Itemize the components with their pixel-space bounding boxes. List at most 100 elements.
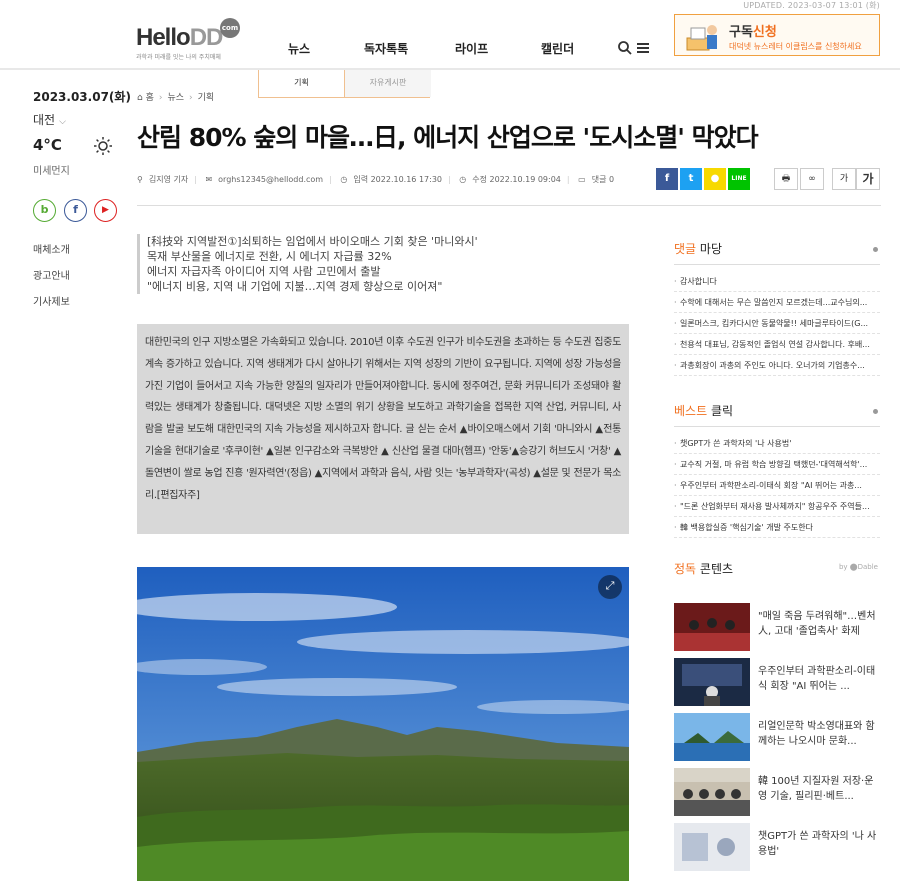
logo-text: HelloDD xyxy=(136,24,223,51)
search-icon[interactable] xyxy=(617,40,633,56)
content-card[interactable]: "매일 죽음 두려워해"…벤처人, 고대 '졸업축사' 화제 xyxy=(674,603,880,658)
left-sidebar: 2023.03.07(화) 대전 ⌵ 4°C 미세먼지 b f ▶ 매체소개 광고… xyxy=(33,88,131,319)
summary-line: [科技와 지역발전①]쇠퇴하는 임업에서 바이오매스 기회 찾은 '마니와시' xyxy=(147,235,478,248)
author-icon: ⚲ xyxy=(137,175,143,184)
section-heading: 정독 콘텐츠 by ⬤Dable xyxy=(674,562,878,576)
content-card[interactable]: 우주인부터 과학판소리-이태식 회장 "AI 뛰어는 ... xyxy=(674,658,880,713)
today-date: 2023.03.07(화) xyxy=(33,90,131,104)
best-click-section: 베스트 클릭 챗GPT가 쓴 과학자의 '나 사용법' 교수직 거절, 마 유럽… xyxy=(674,402,880,538)
article-comment-count[interactable]: 댓글 0 xyxy=(592,175,614,184)
subscribe-title: 구독신청 xyxy=(729,25,777,40)
thumbnail-image xyxy=(674,713,750,761)
breadcrumb-home[interactable]: 홈 xyxy=(146,93,154,103)
content-card[interactable]: 韓 100년 지질자원 저장·운영 기술, 필리핀·베트... xyxy=(674,768,880,823)
list-item[interactable]: 수학에 대해서는 무슨 말씀인지 모르겠는데...교수님의... xyxy=(674,292,880,313)
link-ad-info[interactable]: 광고안내 xyxy=(33,267,123,282)
divider xyxy=(137,205,881,206)
content-card[interactable]: 챗GPT가 쓴 과학자의 '나 사용법' xyxy=(674,823,880,878)
mail-icon: ✉ xyxy=(205,175,213,184)
recommended-contents-section: 정독 콘텐츠 by ⬤Dable "매일 죽음 두려워해"…벤처人, 고대 '졸업… xyxy=(674,560,880,878)
content-title: 리얼인문학 박소영대표와 함께하는 나오시마 문화... xyxy=(758,721,875,747)
link-copy-icon[interactable]: ∞ xyxy=(800,168,824,190)
font-increase-button[interactable]: 가 xyxy=(856,168,880,190)
thumbnail-image xyxy=(674,658,750,706)
sun-icon xyxy=(94,137,112,155)
list-item[interactable]: 천용석 대표님, 감동적인 졸업식 연설 감사합니다. 후배... xyxy=(674,334,880,355)
breadcrumb: ⌂ 홈 › 뉴스 › 기획 xyxy=(137,93,215,103)
mountain-landscape-image xyxy=(137,567,629,881)
nav-reader-talk[interactable]: 독자톡톡 xyxy=(364,40,408,57)
share-kakao-icon[interactable]: ● xyxy=(704,168,726,190)
updated-timestamp: UPDATED. 2023-03-07 13:01 (화) xyxy=(743,1,880,10)
link-media-intro[interactable]: 매체소개 xyxy=(33,241,123,256)
editor-note-text: 대한민국의 인구 지방소멸은 가속화되고 있습니다. 2010년 이후 수도권 … xyxy=(145,337,621,501)
list-item[interactable]: 과총회장이 과총의 주인도 아니다. 오너가의 기업총수... xyxy=(674,355,880,376)
section-heading: 댓글 마당 xyxy=(674,240,880,262)
article-author[interactable]: 김지영 기자 xyxy=(149,175,188,184)
chevron-down-icon: ⌵ xyxy=(59,117,66,127)
share-facebook-icon[interactable]: f xyxy=(656,168,678,190)
thumbnail-image xyxy=(674,603,750,651)
content-title: 韓 100년 지질자원 저장·운영 기술, 필리핀·베트... xyxy=(758,776,874,802)
logo-com-badge: com xyxy=(220,18,240,38)
link-news-tip[interactable]: 기사제보 xyxy=(33,293,123,308)
facebook-icon[interactable]: f xyxy=(64,199,87,222)
site-header: UPDATED. 2023-03-07 13:01 (화) HelloDD co… xyxy=(0,0,900,70)
submenu-feature[interactable]: 기획 xyxy=(259,70,345,97)
subscribe-subtitle: 대덕넷 뉴스레터 이클립스를 신청하세요 xyxy=(729,42,862,51)
print-icon[interactable]: 🖶 xyxy=(774,168,798,190)
blog-icon[interactable]: b xyxy=(33,199,56,222)
summary-line: 에너지 자급자족 아이디어 지역 사람 고민에서 출발 xyxy=(147,265,381,278)
share-line-icon[interactable]: LINE xyxy=(728,168,750,190)
more-icon[interactable] xyxy=(873,247,878,252)
article-email[interactable]: orghs12345@hellodd.com xyxy=(218,175,323,184)
site-logo[interactable]: HelloDD com 과학과 미래를 잇는 나의 주치매체 xyxy=(136,16,246,61)
youtube-icon[interactable]: ▶ xyxy=(94,199,117,222)
list-item[interactable]: 韓 백용합실증 '핵심기술' 개발 주도한다 xyxy=(674,517,880,538)
comment-icon: ▭ xyxy=(578,175,586,184)
font-decrease-button[interactable]: 가 xyxy=(832,168,856,190)
subscribe-banner[interactable]: 구독신청 대덕넷 뉴스레터 이클립스를 신청하세요 xyxy=(674,14,880,56)
section-heading: 베스트 클릭 xyxy=(674,402,880,424)
sidebar-links: 매체소개 광고안내 기사제보 xyxy=(33,241,123,308)
list-item[interactable]: 교수직 거절, 마 유럽 학습 방향길 택했던-'대역해석학'... xyxy=(674,454,880,475)
breadcrumb-news[interactable]: 뉴스 xyxy=(167,93,184,103)
temperature: 4°C xyxy=(33,136,123,155)
breadcrumb-feature[interactable]: 기획 xyxy=(198,93,215,103)
expand-icon[interactable]: ⤢ xyxy=(598,575,622,599)
more-icon[interactable] xyxy=(873,409,878,414)
fine-dust-label: 미세먼지 xyxy=(33,166,70,177)
nav-news[interactable]: 뉴스 xyxy=(288,40,310,57)
list-item[interactable]: 일론머스크, 킴카다시안 동물약물!! 세마글루타이드(G... xyxy=(674,313,880,334)
share-twitter-icon[interactable]: t xyxy=(680,168,702,190)
content-title: "매일 죽음 두려워해"…벤처人, 고대 '졸업축사' 화제 xyxy=(758,611,876,637)
summary-line: "에너지 비용, 지역 내 기업에 지불…지역 경제 향상으로 이어져" xyxy=(147,280,443,293)
dable-credit: by ⬤Dable xyxy=(838,563,878,571)
social-links: b f ▶ xyxy=(33,199,123,225)
thumbnail-image xyxy=(674,823,750,871)
list-item[interactable]: 챗GPT가 쓴 과학자의 '나 사용법' xyxy=(674,433,880,454)
list-item[interactable]: 우주인부터 과학판소리-이태식 회장 "AI 뛰어는 과총... xyxy=(674,475,880,496)
content-card[interactable]: 리얼인문학 박소영대표와 함께하는 나오시마 문화... xyxy=(674,713,880,768)
article-photo[interactable] xyxy=(137,567,629,881)
article-modified: 수정 2022.10.19 09:04 xyxy=(472,175,561,184)
content-title: 우주인부터 과학판소리-이태식 회장 "AI 뛰어는 ... xyxy=(758,666,876,692)
comments-section: 댓글 마당 감사합니다 수학에 대해서는 무슨 말씀인지 모르겠는데...교수님… xyxy=(674,240,880,376)
article-meta: ⚲ 김지영 기자 | ✉ orghs12345@hellodd.com | ◷ 입력 20… xyxy=(137,175,615,184)
weather-city-select[interactable]: 대전 ⌵ xyxy=(33,111,123,128)
home-icon: ⌂ xyxy=(137,93,143,103)
article-title: 산림 80% 숲의 마을…日, 에너지 산업으로 '도시소멸' 막았다 xyxy=(137,123,759,152)
logo-slogan: 과학과 미래를 잇는 나의 주치매체 xyxy=(136,54,221,61)
list-item[interactable]: 감사합니다 xyxy=(674,271,880,292)
list-item[interactable]: "드론 산업화부터 재사용 발사체까지" 항공우주 주역들... xyxy=(674,496,880,517)
article-summary: [科技와 지역발전①]쇠퇴하는 임업에서 바이오매스 기회 찾은 '마니와시' … xyxy=(137,234,627,294)
article-published: 입력 2022.10.16 17:30 xyxy=(353,175,442,184)
nav-calendar[interactable]: 캘린더 xyxy=(541,40,574,57)
clock-icon: ◷ xyxy=(340,175,348,184)
clock-icon: ◷ xyxy=(459,175,467,184)
nav-life[interactable]: 라이프 xyxy=(455,40,488,57)
submenu-free-board[interactable]: 자유게시판 xyxy=(345,70,431,97)
summary-line: 목재 부산물을 에너지로 전환, 시 에너지 자급률 32% xyxy=(147,250,392,263)
hamburger-menu-icon[interactable] xyxy=(637,43,649,53)
content-title: 챗GPT가 쓴 과학자의 '나 사용법' xyxy=(758,831,877,857)
